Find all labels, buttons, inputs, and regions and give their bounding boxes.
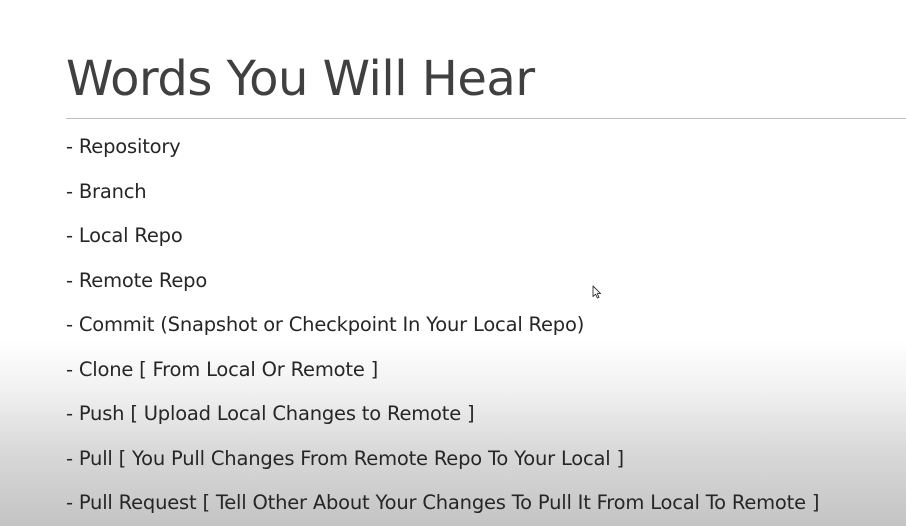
bullet-remote-repo: - Remote Repo (66, 268, 208, 292)
title-divider (66, 118, 906, 119)
bullet-local-repo: - Local Repo (66, 224, 183, 247)
slide-title: Words You Will Hear (66, 51, 535, 107)
mouse-pointer-icon (592, 285, 602, 299)
presentation-slide: Words You Will Hear - Repository - Branc… (0, 0, 906, 526)
bullet-commit: - Commit (Snapshot or Checkpoint In Your… (66, 313, 585, 336)
bullet-branch: - Branch (66, 179, 147, 203)
bullet-pull: - Pull [ You Pull Changes From Remote Re… (66, 446, 624, 470)
bullet-repository: - Repository (66, 135, 181, 158)
bullet-list: - Repository - Branch - Local Repo - Rem… (66, 130, 820, 526)
bullet-pull-request: - Pull Request [ Tell Other About Your C… (66, 491, 820, 514)
bullet-clone: - Clone [ From Local Or Remote ] (66, 357, 379, 381)
bullet-push: - Push [ Upload Local Changes to Remote … (66, 402, 475, 425)
